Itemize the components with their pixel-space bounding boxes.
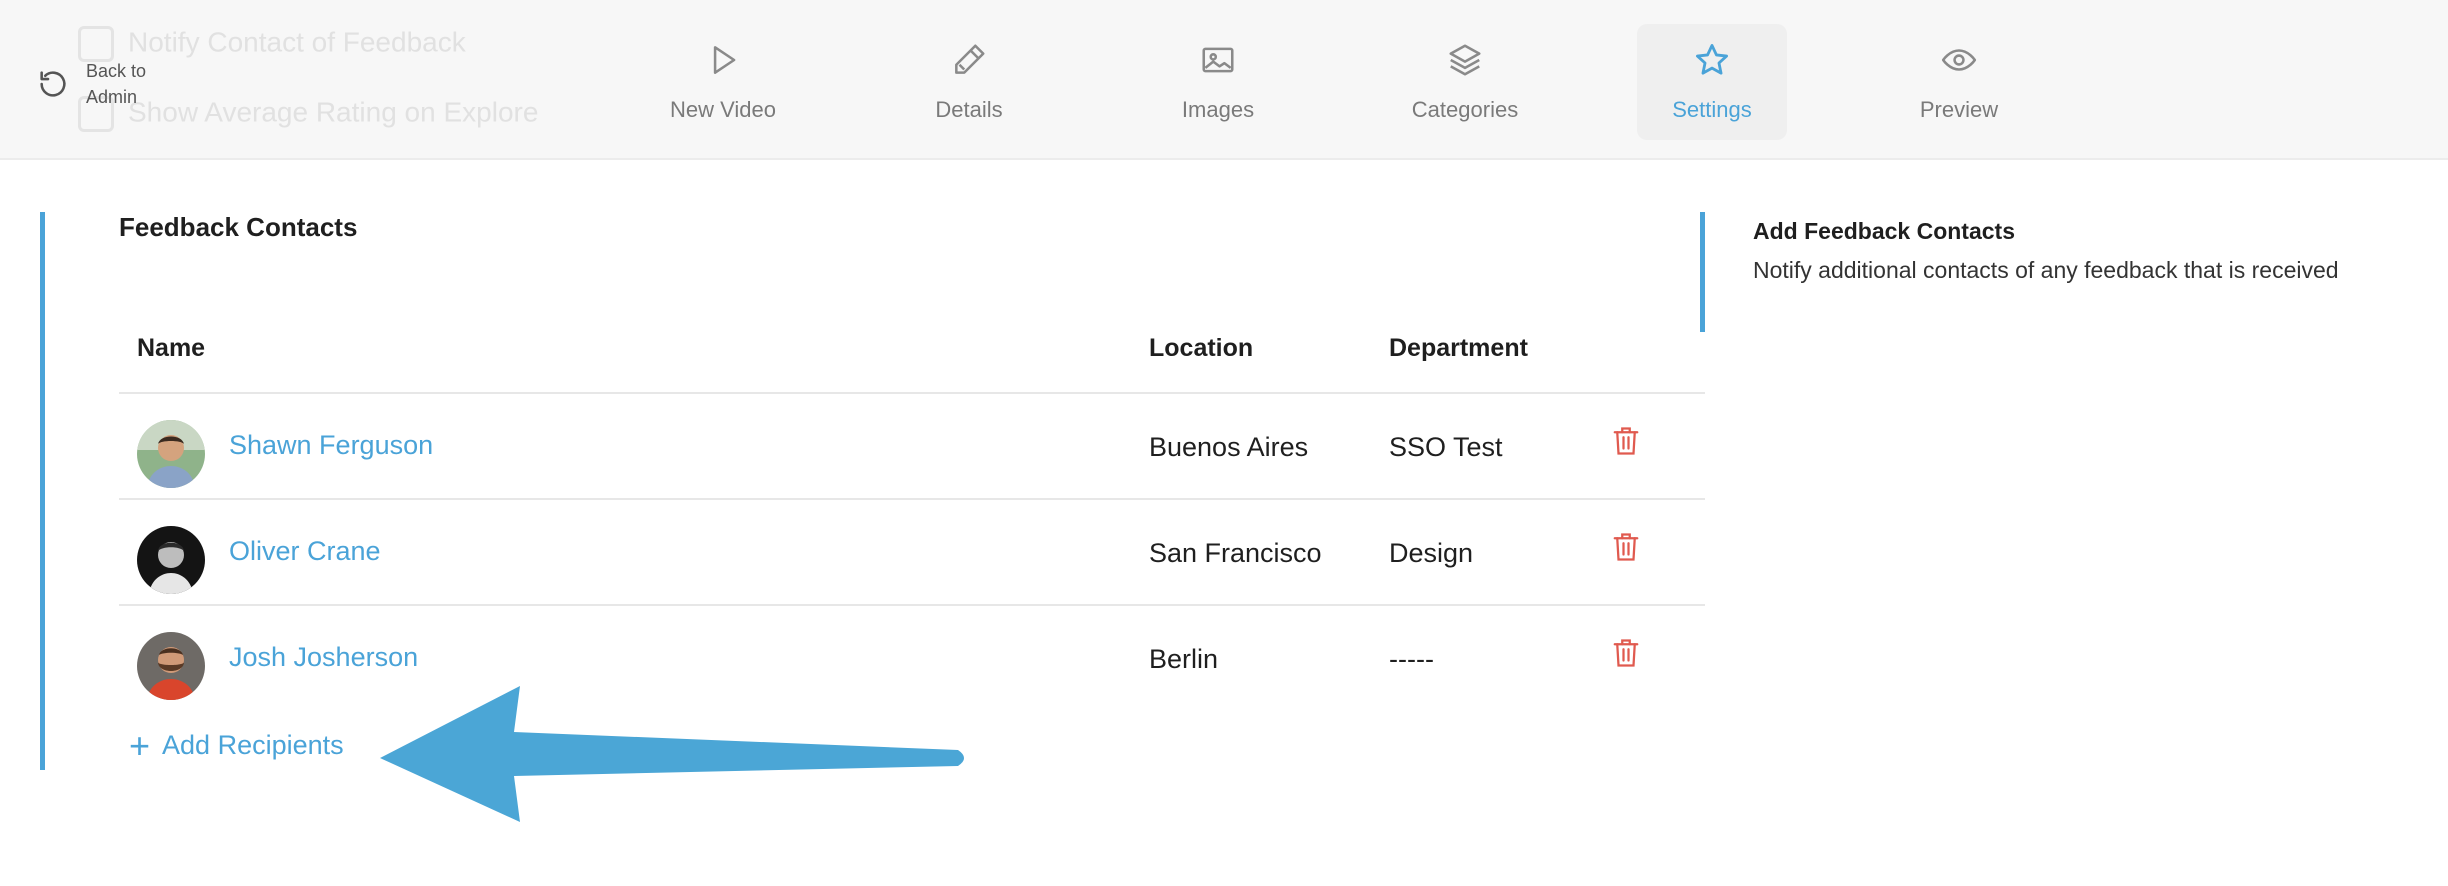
tab-details[interactable]: Details <box>894 24 1044 140</box>
tab-label: Settings <box>1672 97 1752 122</box>
ghost-option-label: Notify Contact of Feedback <box>128 26 466 58</box>
star-icon <box>1696 44 1728 75</box>
contact-name-link[interactable]: Josh Josherson <box>229 642 418 673</box>
column-header-name: Name <box>137 334 206 362</box>
tab-settings[interactable]: Settings <box>1637 24 1787 140</box>
tab-categories[interactable]: Categories <box>1390 24 1540 140</box>
tab-preview[interactable]: Preview <box>1884 24 2034 140</box>
image-icon <box>1202 47 1234 73</box>
tab-new-video[interactable]: New Video <box>648 24 798 140</box>
help-title: Add Feedback Contacts <box>1753 218 2015 244</box>
contact-location: San Francisco <box>1149 538 1322 568</box>
undo-icon <box>40 71 66 97</box>
help-panel: Add Feedback Contacts Notify additional … <box>1700 212 2339 332</box>
play-icon <box>713 46 736 74</box>
layers-icon <box>1449 44 1481 76</box>
contacts-table: Name Location Department Shawn Ferguson … <box>119 316 1705 712</box>
avatar <box>137 632 205 700</box>
pencil-icon <box>955 44 985 74</box>
table-row: Shawn Ferguson Buenos Aires SSO Test <box>119 394 1705 500</box>
add-recipients-label: Add Recipients <box>162 730 344 760</box>
tab-label: Preview <box>1919 97 1999 122</box>
tab-label: Details <box>935 97 1003 122</box>
ghost-option-label: Show Average Rating on Explore <box>128 96 539 128</box>
tab-label: Categories <box>1411 97 1519 122</box>
section-title: Feedback Contacts <box>119 212 358 242</box>
avatar <box>137 526 205 594</box>
contact-department: ----- <box>1389 644 1434 674</box>
contact-name-link[interactable]: Oliver Crane <box>229 536 381 567</box>
tab-label: Images <box>1181 97 1255 122</box>
eye-icon <box>1941 49 1977 71</box>
back-to-admin-button[interactable]: Back to Admin <box>36 58 176 110</box>
add-recipients-button[interactable]: + Add Recipients <box>129 724 344 766</box>
contact-department: Design <box>1389 538 1474 568</box>
column-header-location: Location <box>1149 334 1254 362</box>
contact-department: SSO Test <box>1389 432 1503 462</box>
tab-label: New Video <box>670 97 776 122</box>
help-description: Notify additional contacts of any feedba… <box>1753 257 2339 283</box>
plus-icon: + <box>129 724 151 766</box>
contact-location: Buenos Aires <box>1149 432 1309 462</box>
column-header-department: Department <box>1389 334 1528 362</box>
contact-name-link[interactable]: Shawn Ferguson <box>229 430 433 461</box>
tab-images[interactable]: Images <box>1143 24 1293 140</box>
trash-icon[interactable] <box>1611 530 1641 564</box>
annotation-arrow-icon <box>380 686 964 822</box>
top-nav-bar: Notify Contact of Feedback Show Average … <box>0 0 2448 160</box>
table-row: Oliver Crane San Francisco Design <box>119 500 1705 606</box>
avatar <box>137 420 205 488</box>
back-to-admin-label: Back to Admin <box>86 61 147 107</box>
table-header: Name Location Department <box>119 316 1705 394</box>
contact-location: Berlin <box>1149 644 1219 674</box>
trash-icon[interactable] <box>1611 424 1641 458</box>
trash-icon[interactable] <box>1611 636 1641 670</box>
ghost-option-notify: Notify Contact of Feedback <box>78 26 466 62</box>
checkbox-icon <box>78 26 114 62</box>
